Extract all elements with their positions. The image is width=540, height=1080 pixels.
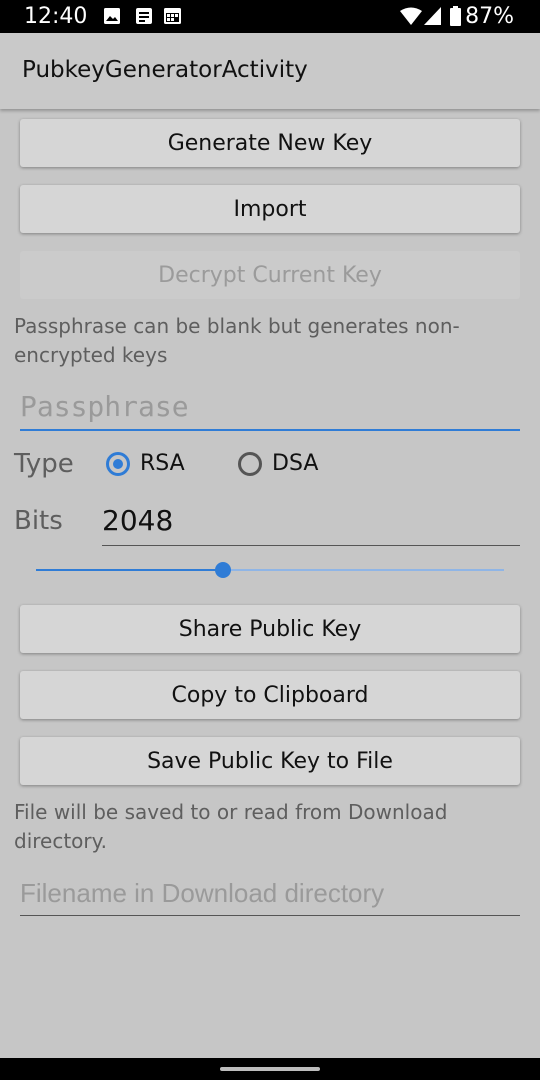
passphrase-hint: Passphrase can be blank but generates no…	[14, 314, 460, 367]
save-public-key-button[interactable]: Save Public Key to File	[20, 737, 520, 785]
image-icon	[104, 8, 120, 24]
radio-rsa-label[interactable]: RSA	[140, 451, 185, 476]
wifi-icon	[400, 7, 422, 25]
slider-track-fill	[36, 569, 223, 571]
bits-label: Bits	[14, 506, 63, 536]
decrypt-current-key-button: Decrypt Current Key	[20, 251, 520, 299]
calendar-icon	[164, 8, 181, 24]
bits-slider[interactable]	[36, 560, 504, 580]
share-public-key-button[interactable]: Share Public Key	[20, 605, 520, 653]
type-label: Type	[14, 449, 74, 479]
message-icon	[136, 8, 152, 24]
bits-underline	[102, 545, 520, 546]
bits-value[interactable]: 2048	[102, 504, 173, 537]
generate-new-key-button[interactable]: Generate New Key	[20, 119, 520, 167]
home-handle[interactable]	[220, 1067, 320, 1071]
page-title: PubkeyGeneratorActivity	[22, 57, 308, 83]
radio-rsa-indicator[interactable]	[106, 452, 130, 476]
status-bar: 12:40 87%	[0, 0, 540, 33]
slider-thumb[interactable]	[215, 562, 231, 578]
battery-icon	[450, 6, 461, 26]
passphrase-input[interactable]	[20, 384, 520, 428]
radio-dsa-indicator[interactable]	[238, 452, 262, 476]
navigation-bar	[0, 1058, 540, 1080]
radio-dsa-label[interactable]: DSA	[272, 451, 318, 476]
signal-icon	[424, 7, 441, 25]
import-button[interactable]: Import	[20, 185, 520, 233]
filename-underline	[20, 915, 520, 916]
app-bar: PubkeyGeneratorActivity	[0, 33, 540, 109]
passphrase-underline	[20, 429, 520, 431]
copy-to-clipboard-button[interactable]: Copy to Clipboard	[20, 671, 520, 719]
file-hint: File will be saved to or read from Downl…	[14, 800, 448, 853]
status-time: 12:40	[24, 4, 88, 29]
filename-input[interactable]	[20, 871, 520, 915]
battery-percent: 87%	[465, 4, 514, 29]
